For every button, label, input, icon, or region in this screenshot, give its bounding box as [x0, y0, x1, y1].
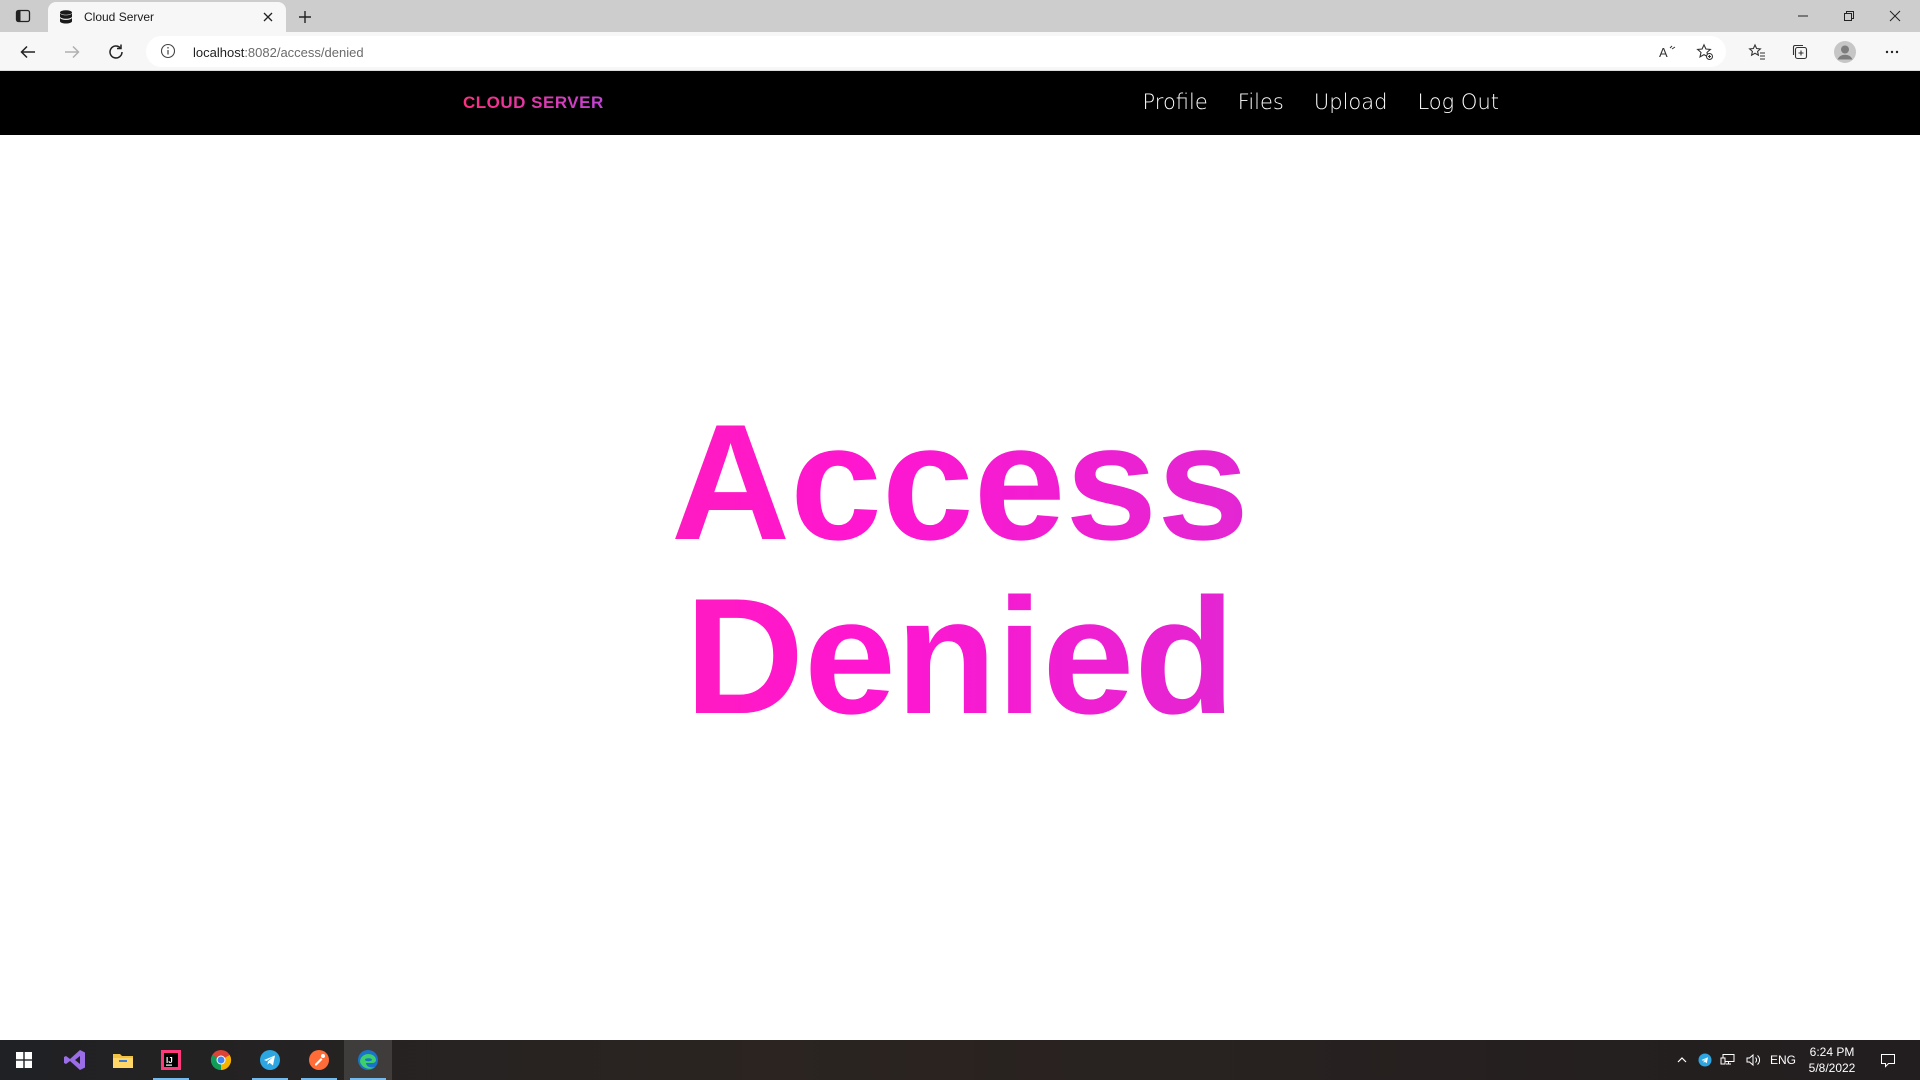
url-path: :8082/access/denied [244, 45, 364, 60]
hero-text-denied: Denied [684, 564, 1236, 748]
close-tab-icon[interactable] [260, 9, 276, 25]
refresh-icon[interactable] [103, 39, 129, 65]
minimize-button[interactable] [1780, 0, 1826, 32]
notification-center-icon[interactable] [1876, 1040, 1900, 1080]
windows-taskbar: IJ ENG 6:24 PM 5/8/2022 [0, 1040, 1920, 1080]
intellij-idea-icon[interactable]: IJ [147, 1040, 195, 1080]
url-text[interactable]: localhost:8082/access/denied [193, 45, 364, 60]
new-tab-button[interactable] [294, 6, 316, 28]
url-host: localhost [193, 45, 245, 60]
profile-avatar-icon[interactable] [1832, 39, 1858, 65]
browser-toolbar: localhost:8082/access/denied A [0, 32, 1920, 71]
add-favorite-icon[interactable] [1695, 42, 1715, 62]
svg-text:A: A [1659, 45, 1668, 60]
address-bar[interactable]: localhost:8082/access/denied A [146, 36, 1726, 67]
volume-icon[interactable] [1742, 1040, 1764, 1080]
tab-title: Cloud Server [84, 10, 155, 24]
info-icon[interactable] [160, 43, 176, 59]
site-brand-logo[interactable]: CLOUD SERVER [463, 93, 604, 113]
clock-time: 6:24 PM [1809, 1045, 1855, 1059]
edge-icon[interactable] [344, 1040, 392, 1080]
read-aloud-icon[interactable]: A [1658, 42, 1678, 62]
nav-link-logout[interactable]: Log Out [1417, 90, 1499, 114]
clock-date: 5/8/2022 [1808, 1061, 1856, 1075]
collections-icon[interactable] [1787, 39, 1813, 65]
telegram-tray-icon[interactable] [1695, 1040, 1715, 1080]
nav-links: Profile Files Upload Log Out [1142, 90, 1499, 114]
database-icon [58, 9, 74, 25]
windows-start-icon[interactable] [0, 1040, 48, 1080]
visual-studio-icon[interactable] [51, 1040, 99, 1080]
forward-arrow-icon[interactable] [59, 39, 85, 65]
svg-text:IJ: IJ [166, 1056, 173, 1065]
system-clock[interactable]: 6:24 PM 5/8/2022 [1790, 1044, 1874, 1076]
browser-tab-strip: Cloud Server [0, 0, 1920, 32]
nav-link-upload[interactable]: Upload [1314, 90, 1388, 114]
access-denied-message: Access Denied [0, 395, 1920, 743]
favorites-icon[interactable] [1744, 39, 1770, 65]
show-hidden-icons-icon[interactable] [1672, 1040, 1692, 1080]
chrome-icon[interactable] [197, 1040, 245, 1080]
telegram-icon[interactable] [246, 1040, 294, 1080]
more-icon[interactable] [1879, 39, 1905, 65]
hero-text-access: Access [671, 390, 1249, 574]
close-window-button[interactable] [1872, 0, 1918, 32]
nav-link-profile[interactable]: Profile [1142, 90, 1207, 114]
hero-line-access: Access [0, 395, 1920, 569]
back-arrow-icon[interactable] [15, 39, 41, 65]
restore-button[interactable] [1826, 0, 1872, 32]
network-icon[interactable] [1718, 1040, 1738, 1080]
file-explorer-icon[interactable] [99, 1040, 147, 1080]
hero-line-denied: Denied [0, 569, 1920, 743]
site-navbar: CLOUD SERVER Profile Files Upload Log Ou… [0, 71, 1920, 135]
tab-actions-icon[interactable] [10, 6, 36, 26]
postman-icon[interactable] [295, 1040, 343, 1080]
browser-tab[interactable]: Cloud Server [48, 2, 286, 32]
nav-link-files[interactable]: Files [1238, 90, 1284, 114]
